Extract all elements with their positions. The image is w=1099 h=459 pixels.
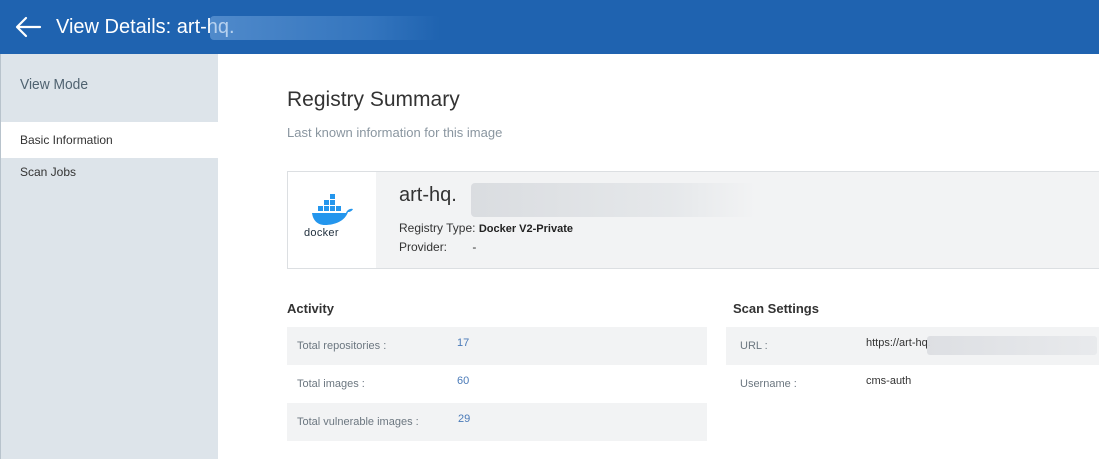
section-title: Registry Summary bbox=[287, 88, 460, 111]
main-content: Registry Summary Last known information … bbox=[219, 54, 1099, 459]
section-subtitle: Last known information for this image bbox=[287, 125, 503, 140]
top-bar: View Details: art-hq. bbox=[0, 0, 1099, 54]
scan-label: URL : bbox=[740, 340, 768, 352]
activity-label: Total vulnerable images : bbox=[297, 416, 419, 428]
scan-value: cms-auth bbox=[866, 375, 912, 387]
activity-value[interactable]: 17 bbox=[457, 337, 469, 349]
page-title: View Details: art-hq. bbox=[56, 16, 235, 38]
registry-logo: docker bbox=[288, 172, 376, 268]
back-arrow-icon[interactable] bbox=[14, 14, 42, 40]
activity-heading: Activity bbox=[287, 301, 334, 316]
redacted-region bbox=[471, 183, 756, 217]
registry-type-value: Docker V2-Private bbox=[478, 223, 573, 235]
registry-name: art-hq. bbox=[399, 184, 457, 206]
registry-type: Registry Type: Docker V2-Private bbox=[399, 221, 573, 235]
registry-provider: Provider: - bbox=[399, 240, 476, 254]
activity-label: Total repositories : bbox=[297, 340, 387, 352]
activity-label: Total images : bbox=[297, 378, 365, 390]
docker-wordmark: docker bbox=[304, 227, 339, 239]
sidebar-item-basic-information[interactable]: Basic Information bbox=[1, 122, 218, 158]
scan-row-url: URL : https://art-hq. bbox=[726, 327, 1099, 365]
scan-label: Username : bbox=[740, 378, 797, 390]
scan-row-username: Username : cms-auth bbox=[726, 365, 1099, 403]
sidebar: View Mode Basic Information Scan Jobs bbox=[0, 54, 218, 459]
activity-row-images: Total images : 60 bbox=[287, 365, 707, 403]
sidebar-item-scan-jobs[interactable]: Scan Jobs bbox=[1, 157, 218, 193]
sidebar-heading: View Mode bbox=[20, 76, 89, 93]
registry-type-label: Registry Type: bbox=[399, 221, 476, 235]
provider-label: Provider: bbox=[399, 240, 448, 254]
registry-info: art-hq. Registry Type: Docker V2-Private… bbox=[376, 172, 1099, 268]
docker-whale-icon bbox=[312, 194, 353, 225]
registry-card: docker art-hq. Registry Type: Docker V2-… bbox=[287, 171, 1099, 269]
scan-value: https://art-hq. bbox=[866, 337, 931, 349]
activity-value[interactable]: 29 bbox=[458, 413, 470, 425]
activity-row-repositories: Total repositories : 17 bbox=[287, 327, 707, 365]
activity-value[interactable]: 60 bbox=[457, 375, 469, 387]
redacted-region bbox=[210, 16, 440, 40]
activity-row-vulnerable-images: Total vulnerable images : 29 bbox=[287, 403, 707, 441]
provider-value: - bbox=[472, 240, 477, 254]
redacted-region bbox=[927, 336, 1097, 355]
scan-settings-heading: Scan Settings bbox=[733, 301, 819, 316]
